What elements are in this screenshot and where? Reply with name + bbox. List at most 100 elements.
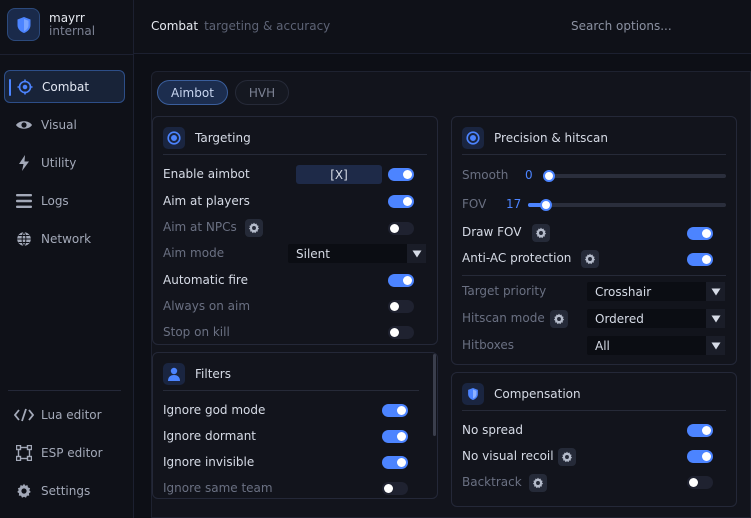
- aimbot-keybind-button[interactable]: [X]: [296, 165, 382, 184]
- hitscan-mode-label: Hitscan mode: [462, 311, 545, 325]
- hitscan-mode-settings-gear-icon[interactable]: [550, 310, 568, 328]
- aim-mode-select[interactable]: Silent: [288, 244, 426, 263]
- aim-mode-value: Silent: [296, 246, 330, 261]
- ignore-god-mode-toggle[interactable]: [382, 404, 408, 417]
- sidebar-item-label: ESP editor: [41, 445, 103, 460]
- sidebar-item-label: Utility: [41, 155, 77, 170]
- sidebar-item-logs[interactable]: Logs: [4, 184, 125, 217]
- sidebar-item-settings[interactable]: Settings: [4, 474, 125, 507]
- hitboxes-select[interactable]: All: [587, 336, 725, 355]
- sidebar-item-esp-editor[interactable]: ESP editor: [4, 436, 125, 469]
- bolt-icon: [14, 154, 34, 172]
- draw-fov-toggle[interactable]: [687, 227, 713, 240]
- auto-fire-toggle[interactable]: [388, 274, 414, 287]
- fov-label: FOV: [462, 197, 487, 211]
- sidebar-item-visual[interactable]: Visual: [4, 108, 125, 141]
- brand: mayrr internal: [7, 8, 95, 41]
- sidebar-item-label: Network: [41, 231, 92, 246]
- aim-mode-label: Aim mode: [163, 246, 225, 260]
- globe-icon: [14, 230, 34, 248]
- filters-scrollbar[interactable]: [433, 354, 436, 436]
- chevron-down-icon: [706, 336, 725, 355]
- brand-subtitle: internal: [49, 23, 96, 38]
- anti-ac-label: Anti-AC protection: [462, 251, 572, 265]
- divider: [163, 154, 427, 155]
- smooth-label: Smooth: [462, 168, 509, 182]
- stop-on-kill-label: Stop on kill: [163, 325, 230, 339]
- divider: [163, 390, 419, 391]
- fov-slider[interactable]: [528, 199, 726, 211]
- search-input[interactable]: Search options...: [571, 19, 672, 33]
- draw-fov-label: Draw FOV: [462, 225, 522, 239]
- enable-aimbot-label: Enable aimbot: [163, 167, 250, 181]
- code-icon: [14, 406, 34, 424]
- tab-aimbot[interactable]: Aimbot: [157, 80, 228, 105]
- enable-aimbot-toggle[interactable]: [388, 168, 414, 181]
- header: Combat targeting & accuracy Search option…: [134, 0, 751, 54]
- gear-icon: [14, 482, 34, 500]
- always-on-aim-label: Always on aim: [163, 299, 251, 313]
- sidebar-item-utility[interactable]: Utility: [4, 146, 125, 179]
- list-icon: [14, 192, 34, 210]
- hitboxes-label: Hitboxes: [462, 338, 515, 352]
- ignore-invisible-label: Ignore invisible: [163, 455, 255, 469]
- target-priority-select[interactable]: Crosshair: [587, 282, 725, 301]
- anti-ac-settings-gear-icon[interactable]: [581, 250, 599, 268]
- target-icon: [462, 127, 484, 149]
- aim-npcs-label: Aim at NPCs: [163, 220, 237, 234]
- user-icon: [163, 363, 185, 385]
- ignore-dormant-toggle[interactable]: [382, 430, 408, 443]
- ignore-dormant-label: Ignore dormant: [163, 429, 257, 443]
- aim-npcs-settings-gear-icon[interactable]: [245, 219, 263, 237]
- chevron-down-icon: [706, 282, 725, 301]
- sidebar-item-label: Visual: [41, 117, 77, 132]
- aim-npcs-toggle[interactable]: [388, 222, 414, 235]
- smooth-value: 0: [525, 168, 533, 182]
- target-icon: [163, 127, 185, 149]
- sidebar-item-lua-editor[interactable]: Lua editor: [4, 398, 125, 431]
- hitboxes-value: All: [595, 338, 610, 353]
- slider-handle[interactable]: [539, 199, 552, 211]
- ignore-god-mode-label: Ignore god mode: [163, 403, 266, 417]
- hitscan-mode-select[interactable]: Ordered: [587, 309, 725, 328]
- filters-panel: Filters Ignore god mode Ignore dormant I…: [152, 352, 438, 499]
- brand-name: mayrr: [49, 10, 85, 25]
- no-visual-recoil-label: No visual recoil: [462, 449, 554, 463]
- shield-icon: [462, 383, 484, 405]
- backtrack-toggle[interactable]: [687, 476, 713, 489]
- no-visual-recoil-settings-gear-icon[interactable]: [558, 448, 576, 466]
- divider: [462, 410, 726, 411]
- ignore-invisible-toggle[interactable]: [382, 456, 408, 469]
- chevron-down-icon: [407, 244, 426, 263]
- smooth-slider[interactable]: [543, 170, 726, 182]
- sidebar-item-combat[interactable]: Combat: [4, 70, 125, 103]
- aim-players-toggle[interactable]: [388, 195, 414, 208]
- slider-handle[interactable]: [543, 170, 555, 182]
- sidebar: mayrr internal Combat Visual Utility Log…: [0, 0, 134, 518]
- breadcrumb: Combat targeting & accuracy: [151, 19, 330, 33]
- sidebar-item-network[interactable]: Network: [4, 222, 125, 255]
- panel-title: Compensation: [494, 387, 581, 401]
- ignore-same-team-toggle[interactable]: [382, 482, 408, 495]
- breadcrumb-subsection: targeting & accuracy: [204, 19, 331, 33]
- always-on-aim-toggle[interactable]: [388, 300, 414, 313]
- anti-ac-toggle[interactable]: [687, 253, 713, 266]
- no-visual-recoil-toggle[interactable]: [687, 450, 713, 463]
- draw-fov-settings-gear-icon[interactable]: [532, 224, 550, 242]
- aim-players-label: Aim at players: [163, 194, 250, 208]
- sidebar-item-label: Combat: [42, 79, 90, 94]
- divider: [0, 54, 134, 55]
- backtrack-settings-gear-icon[interactable]: [529, 474, 547, 492]
- divider: [462, 275, 726, 276]
- backtrack-label: Backtrack: [462, 475, 522, 489]
- no-spread-toggle[interactable]: [687, 424, 713, 437]
- eye-icon: [14, 116, 34, 134]
- stop-on-kill-toggle[interactable]: [388, 326, 414, 339]
- compensation-panel: Compensation No spread No visual recoil …: [451, 372, 737, 507]
- targeting-panel: Targeting Enable aimbot [X] Aim at playe…: [152, 116, 438, 345]
- tab-hvh[interactable]: HVH: [234, 80, 290, 105]
- precision-panel: Precision & hitscan Smooth 0 FOV 17 Draw…: [451, 116, 737, 365]
- crosshair-icon: [15, 78, 35, 96]
- no-spread-label: No spread: [462, 423, 524, 437]
- panel-title: Targeting: [195, 131, 251, 145]
